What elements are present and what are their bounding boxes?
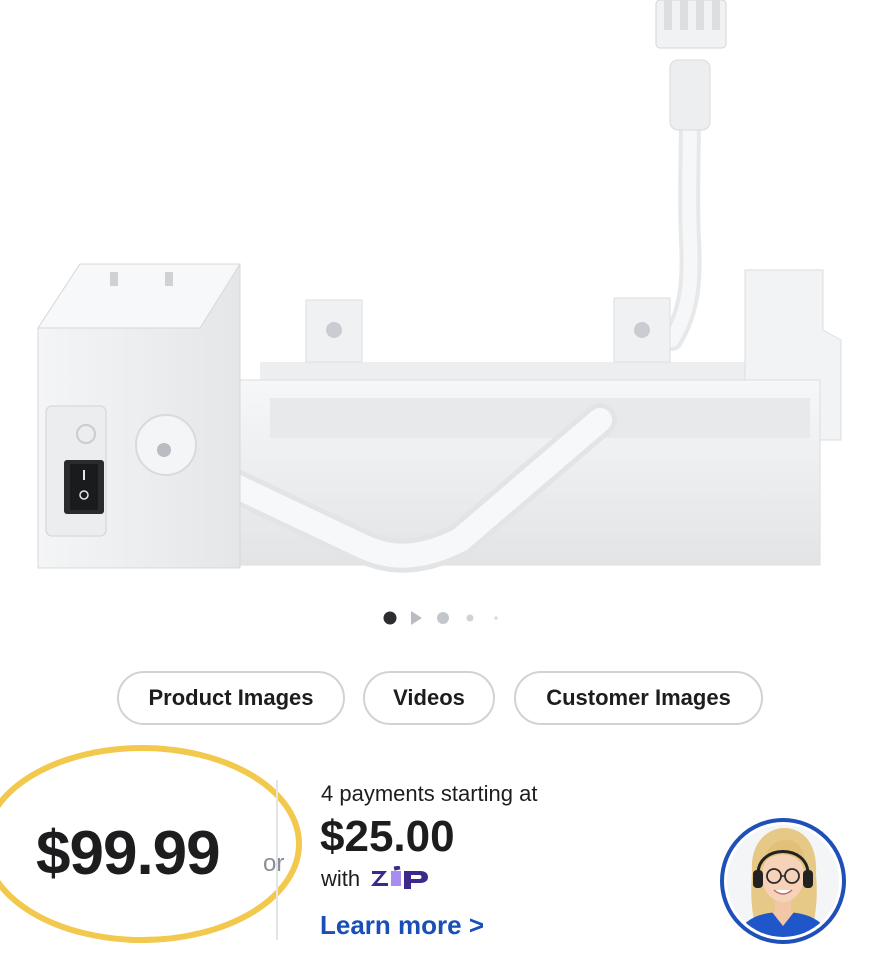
tab-product-images[interactable]: Product Images: [117, 671, 345, 725]
carousel-indicators[interactable]: [382, 609, 512, 627]
tab-customer-images[interactable]: Customer Images: [514, 671, 763, 725]
carousel-dot: [437, 612, 449, 624]
product-page: Product Images Videos Customer Images $9…: [0, 0, 881, 960]
play-triangle-icon: [411, 611, 422, 625]
or-label: or: [263, 850, 285, 877]
zip-logo: [371, 866, 428, 889]
installment-amount: $25.00: [320, 812, 455, 861]
product-image[interactable]: [0, 0, 881, 600]
support-agent-avatar[interactable]: [720, 818, 846, 944]
carousel-dot: [494, 616, 498, 620]
product-price: $99.99: [36, 819, 221, 888]
carousel-dot-active: [383, 611, 397, 625]
tab-videos[interactable]: Videos: [363, 671, 495, 725]
with-label: with: [321, 866, 361, 891]
installments-label: 4 payments starting at: [321, 781, 538, 806]
learn-more-link[interactable]: Learn more >: [320, 910, 484, 941]
price-divider: [276, 780, 278, 940]
carousel-dot: [466, 614, 474, 622]
